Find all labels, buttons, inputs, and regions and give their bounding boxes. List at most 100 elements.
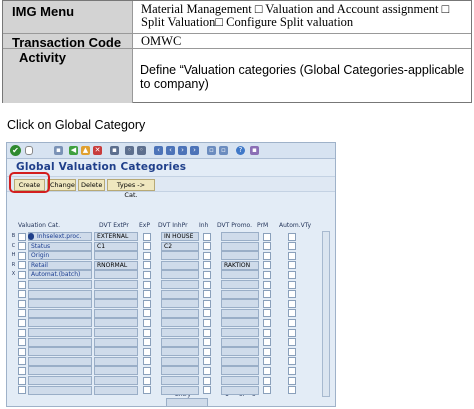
- change-button[interactable]: Change: [47, 179, 76, 191]
- dvt-inhpr-field[interactable]: [161, 251, 199, 261]
- valuation-cat-field[interactable]: Status: [28, 241, 92, 251]
- prm-checkbox[interactable]: [263, 299, 271, 308]
- row-select-checkbox[interactable]: [18, 270, 26, 279]
- inh-checkbox[interactable]: [203, 232, 211, 241]
- row-select-checkbox[interactable]: [18, 366, 26, 375]
- inh-checkbox[interactable]: [203, 309, 211, 318]
- dvt-inhpr-field[interactable]: [161, 280, 199, 289]
- dvt-extpr-field[interactable]: EXTERNAL: [94, 232, 138, 241]
- dvt-promo-field[interactable]: [221, 251, 259, 261]
- prm-checkbox[interactable]: [263, 261, 271, 270]
- dvt-extpr-field[interactable]: [94, 289, 138, 299]
- dvt-promo-field[interactable]: [221, 241, 259, 251]
- cancel-icon[interactable]: ✕: [93, 146, 102, 155]
- row-select-checkbox[interactable]: [18, 376, 26, 385]
- dvt-inhpr-field[interactable]: [161, 356, 199, 366]
- row-select-checkbox[interactable]: [18, 232, 26, 241]
- inh-checkbox[interactable]: [203, 299, 211, 308]
- dvt-promo-field[interactable]: [221, 318, 259, 328]
- prm-checkbox[interactable]: [263, 242, 271, 251]
- autom-vty-checkbox[interactable]: [288, 366, 296, 375]
- dvt-extpr-field[interactable]: [94, 347, 138, 357]
- row-select-checkbox[interactable]: [18, 280, 26, 289]
- exp-checkbox[interactable]: [143, 309, 151, 318]
- new-session-icon[interactable]: ▫: [207, 146, 216, 155]
- dvt-promo-field[interactable]: [221, 337, 259, 347]
- dvt-extpr-field[interactable]: [94, 251, 138, 261]
- prm-checkbox[interactable]: [263, 309, 271, 318]
- last-page-icon[interactable]: ›: [190, 146, 199, 155]
- autom-vty-checkbox[interactable]: [288, 338, 296, 347]
- autom-vty-checkbox[interactable]: [288, 309, 296, 318]
- autom-vty-checkbox[interactable]: [288, 280, 296, 289]
- prm-checkbox[interactable]: [263, 280, 271, 289]
- types-to-cat-button[interactable]: Types -> Cat.: [107, 179, 155, 199]
- dvt-inhpr-field[interactable]: [161, 328, 199, 337]
- valuation-cat-field[interactable]: [28, 299, 92, 309]
- dvt-promo-field[interactable]: [221, 308, 259, 318]
- dvt-extpr-field[interactable]: [94, 270, 138, 280]
- dvt-inhpr-field[interactable]: [161, 299, 199, 309]
- row-select-checkbox[interactable]: [18, 309, 26, 318]
- dvt-inhpr-field[interactable]: [161, 318, 199, 328]
- dvt-promo-field[interactable]: RAKTION: [221, 260, 259, 270]
- autom-vty-checkbox[interactable]: [288, 242, 296, 251]
- exp-checkbox[interactable]: [143, 290, 151, 299]
- exp-checkbox[interactable]: [143, 347, 151, 356]
- autom-vty-checkbox[interactable]: [288, 357, 296, 366]
- inh-checkbox[interactable]: [203, 251, 211, 260]
- prm-checkbox[interactable]: [263, 318, 271, 327]
- dvt-promo-field[interactable]: [221, 270, 259, 280]
- valuation-cat-field[interactable]: [28, 385, 92, 395]
- prm-checkbox[interactable]: [263, 338, 271, 347]
- valuation-cat-field[interactable]: Inhselext.proc.: [28, 232, 92, 241]
- autom-vty-checkbox[interactable]: [288, 261, 296, 270]
- enter-icon[interactable]: ✔: [10, 145, 21, 156]
- dvt-inhpr-field[interactable]: [161, 366, 199, 376]
- autom-vty-checkbox[interactable]: [288, 347, 296, 356]
- vertical-scrollbar[interactable]: [322, 231, 330, 397]
- dvt-extpr-field[interactable]: [94, 318, 138, 328]
- inh-checkbox[interactable]: [203, 270, 211, 279]
- exp-checkbox[interactable]: [143, 338, 151, 347]
- exp-checkbox[interactable]: [143, 357, 151, 366]
- inh-checkbox[interactable]: [203, 357, 211, 366]
- autom-vty-checkbox[interactable]: [288, 318, 296, 327]
- dvt-inhpr-field[interactable]: [161, 347, 199, 357]
- dvt-promo-field[interactable]: [221, 280, 259, 289]
- dvt-extpr-field[interactable]: [94, 356, 138, 366]
- customize-icon[interactable]: ▪: [250, 146, 259, 155]
- exp-checkbox[interactable]: [143, 261, 151, 270]
- exp-checkbox[interactable]: [143, 242, 151, 251]
- dvt-extpr-field[interactable]: RNORMAL: [94, 260, 138, 270]
- dvt-extpr-field[interactable]: [94, 328, 138, 337]
- dvt-inhpr-field[interactable]: [161, 385, 199, 395]
- exp-checkbox[interactable]: [143, 232, 151, 241]
- inh-checkbox[interactable]: [203, 347, 211, 356]
- back-icon[interactable]: ◀: [69, 146, 78, 155]
- dvt-inhpr-field[interactable]: [161, 376, 199, 385]
- find-icon[interactable]: ◦: [125, 146, 134, 155]
- dvt-promo-field[interactable]: [221, 232, 259, 241]
- prm-checkbox[interactable]: [263, 386, 271, 395]
- prm-checkbox[interactable]: [263, 251, 271, 260]
- autom-vty-checkbox[interactable]: [288, 386, 296, 395]
- prm-checkbox[interactable]: [263, 290, 271, 299]
- exp-checkbox[interactable]: [143, 328, 151, 337]
- inh-checkbox[interactable]: [203, 366, 211, 375]
- dvt-promo-field[interactable]: [221, 328, 259, 337]
- prm-checkbox[interactable]: [263, 376, 271, 385]
- exp-checkbox[interactable]: [143, 386, 151, 395]
- prev-page-icon[interactable]: ‹: [166, 146, 175, 155]
- dvt-promo-field[interactable]: [221, 366, 259, 376]
- row-select-checkbox[interactable]: [18, 290, 26, 299]
- row-select-checkbox[interactable]: [18, 261, 26, 270]
- row-select-checkbox[interactable]: [18, 347, 26, 356]
- delete-button[interactable]: Delete: [78, 179, 105, 191]
- prm-checkbox[interactable]: [263, 357, 271, 366]
- inh-checkbox[interactable]: [203, 318, 211, 327]
- autom-vty-checkbox[interactable]: [288, 328, 296, 337]
- exp-checkbox[interactable]: [143, 251, 151, 260]
- dvt-inhpr-field[interactable]: IN HOUSE: [161, 232, 199, 241]
- prm-checkbox[interactable]: [263, 232, 271, 241]
